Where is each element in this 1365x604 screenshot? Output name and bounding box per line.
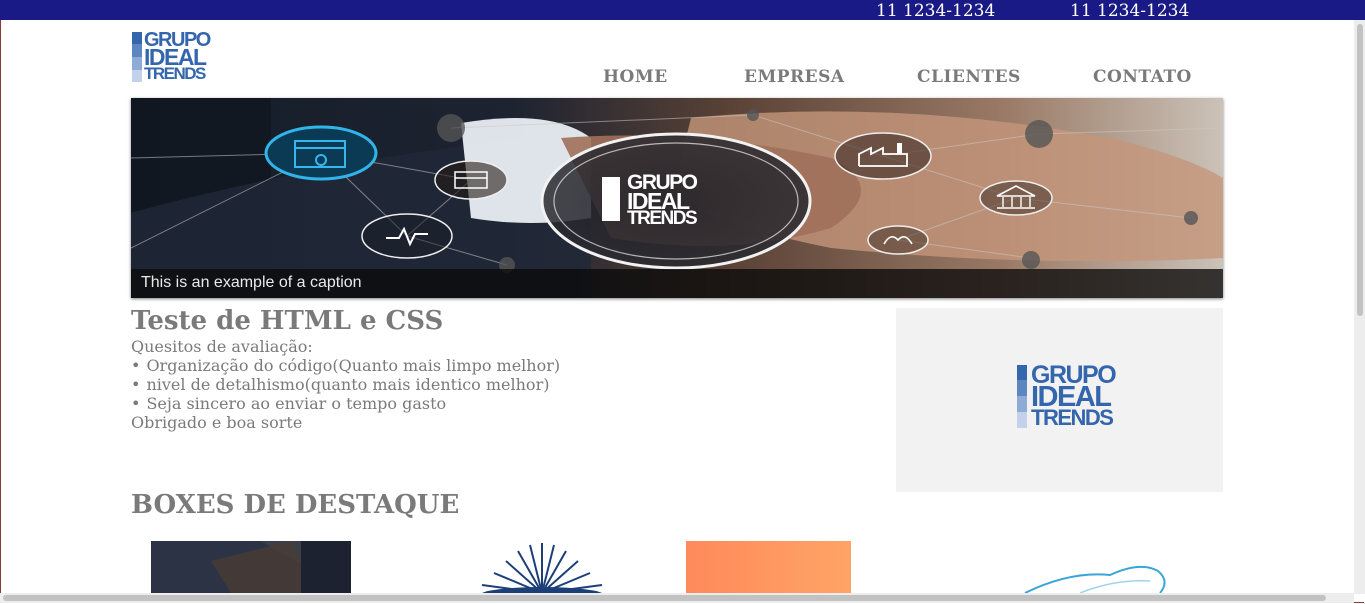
carousel-caption: This is an example of a caption (141, 274, 362, 291)
intro-text: Quesitos de avaliação: Organização do có… (131, 337, 560, 432)
horizontal-scrollbar[interactable] (0, 593, 1354, 603)
health-pulse-icon (361, 213, 453, 259)
caption-bar: This is an example of a caption (131, 269, 1223, 298)
feature-box-2[interactable] (468, 541, 616, 593)
center-logo-text: GRUPO IDEAL TRENDS (627, 171, 698, 230)
intro-closing: Obrigado e boa sorte (131, 413, 303, 432)
nav-empresa[interactable]: EMPRESA (744, 67, 845, 87)
side-logo-bars (1017, 365, 1027, 428)
store-icon (434, 160, 508, 200)
intro-title: Teste de HTML e CSS (131, 306, 444, 336)
hero-carousel[interactable]: GRUPO IDEAL TRENDS This is an example of… (131, 98, 1223, 298)
government-building-icon (979, 180, 1053, 216)
logo-text: GRUPO IDEAL TRENDS (144, 29, 211, 84)
factory-icon (834, 132, 932, 180)
phone-number-2[interactable]: 11 1234-1234 (1070, 1, 1189, 21)
side-logo-box: GRUPO IDEAL TRENDS (896, 308, 1223, 492)
sunburst-logo (481, 543, 603, 593)
nav-contato[interactable]: CONTATO (1093, 67, 1192, 87)
feature-box-1[interactable] (151, 541, 351, 593)
side-logo: GRUPO IDEAL TRENDS (1017, 361, 1117, 431)
nav-clientes[interactable]: CLIENTES (917, 67, 1021, 87)
browser-settings-icon (264, 125, 378, 181)
feature-image-1 (151, 541, 351, 593)
vertical-scroll-thumb[interactable] (1357, 24, 1363, 316)
handshake-care-icon (867, 225, 929, 255)
swoosh-logo (1024, 565, 1166, 593)
intro-item: nivel de detalhismo(quanto mais identico… (131, 375, 560, 394)
site-logo[interactable]: GRUPO IDEAL TRENDS (132, 29, 212, 84)
feature-box-4[interactable] (1020, 541, 1170, 593)
nav-home[interactable]: HOME (603, 67, 668, 87)
intro-subtitle: Quesitos de avaliação: (131, 337, 313, 356)
phone-number-1[interactable]: 11 1234-1234 (876, 1, 995, 21)
side-logo-text: GRUPO IDEAL TRENDS (1031, 361, 1117, 431)
intro-item: Seja sincero ao enviar o tempo gasto (131, 394, 560, 413)
top-contact-bar: 11 1234-1234 11 1234-1234 (0, 0, 1365, 21)
boxes-title: BOXES DE DESTAQUE (131, 490, 460, 520)
logo-bars (132, 32, 142, 82)
intro-item: Organização do código(Quanto mais limpo … (131, 356, 560, 375)
horizontal-scroll-thumb[interactable] (3, 595, 1326, 601)
feature-box-3[interactable] (686, 541, 851, 593)
vertical-scrollbar[interactable] (1354, 20, 1365, 594)
